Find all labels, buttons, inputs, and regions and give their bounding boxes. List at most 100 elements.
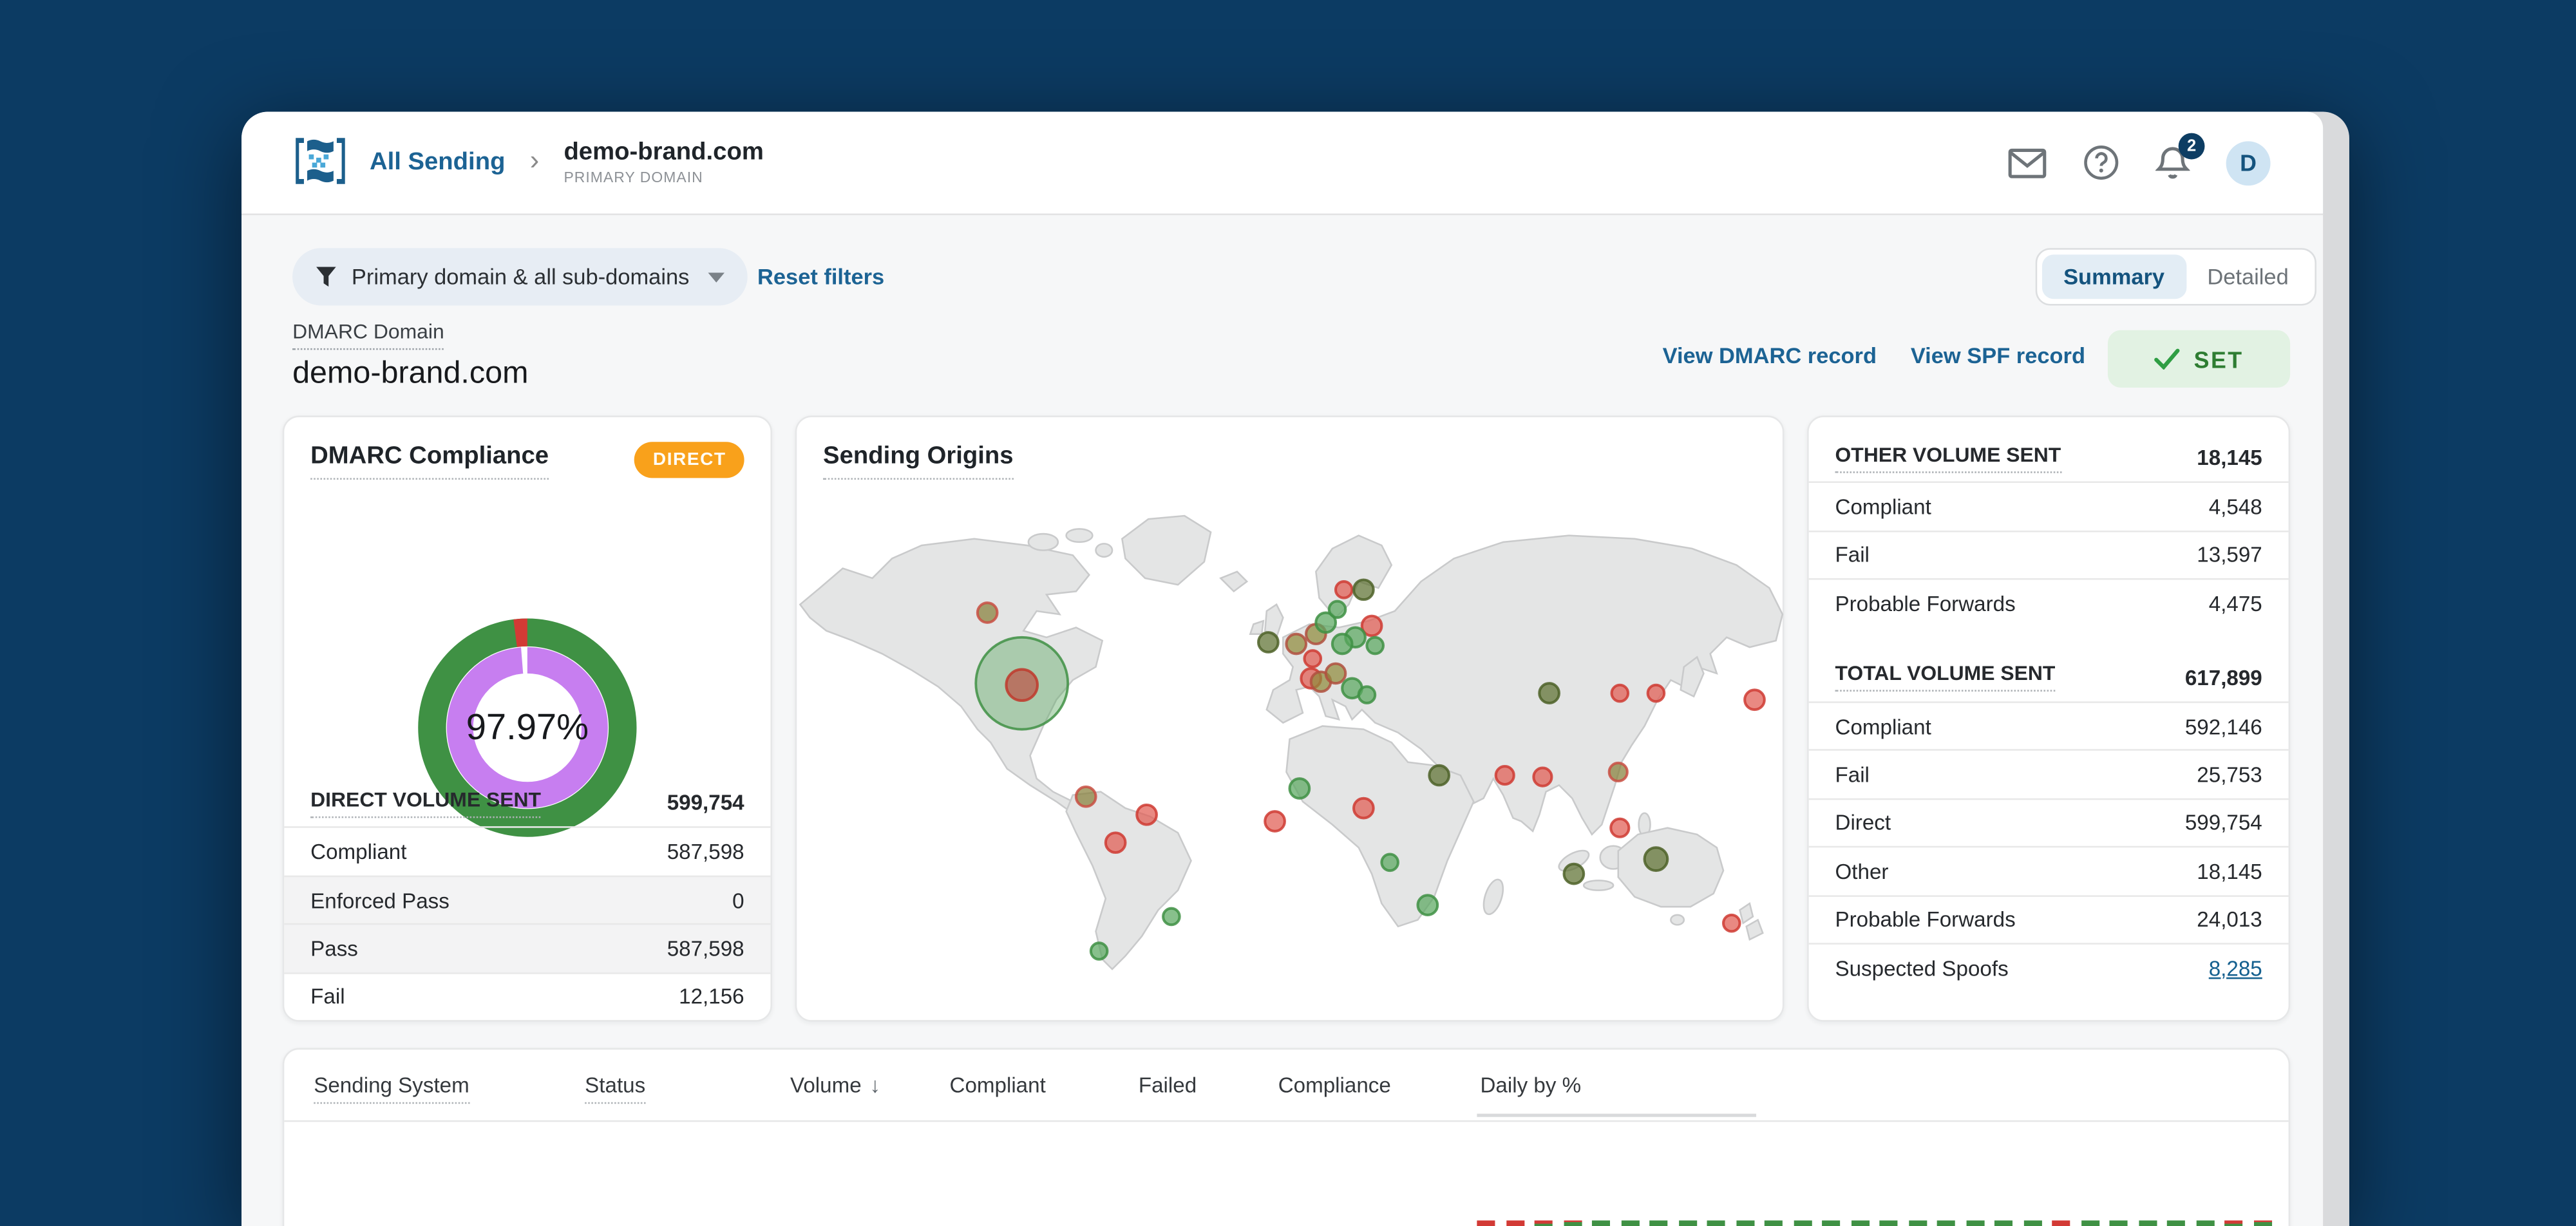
origin-marker[interactable] xyxy=(976,601,999,624)
dmarc-set-button[interactable]: SET xyxy=(2107,330,2291,388)
daily-bar[interactable] xyxy=(1879,1220,1898,1226)
origin-marker[interactable] xyxy=(1334,580,1354,599)
stat-value: 0 xyxy=(732,887,744,913)
origin-marker[interactable] xyxy=(1532,766,1553,787)
daily-bar[interactable] xyxy=(1764,1220,1783,1226)
origin-marker[interactable] xyxy=(1428,764,1451,787)
origin-marker[interactable] xyxy=(1288,777,1311,800)
stat-row: Other 18,145 xyxy=(1808,846,2289,894)
domain-filter-dropdown[interactable]: Primary domain & all sub-domains xyxy=(292,248,747,306)
daily-bar[interactable] xyxy=(2224,1220,2243,1226)
daily-bar[interactable] xyxy=(1707,1220,1725,1226)
origin-marker[interactable] xyxy=(1721,913,1741,933)
origin-marker[interactable] xyxy=(1609,817,1631,838)
daily-bar[interactable] xyxy=(1591,1220,1610,1226)
origin-marker[interactable] xyxy=(1610,683,1630,703)
map-landmasses xyxy=(799,514,1784,970)
user-avatar[interactable]: D xyxy=(2226,140,2271,185)
origin-marker[interactable] xyxy=(1327,599,1347,619)
stat-value: 587,598 xyxy=(667,936,744,961)
origin-marker[interactable] xyxy=(1257,631,1280,654)
daily-bar[interactable] xyxy=(1965,1220,1984,1226)
origin-marker[interactable] xyxy=(1104,831,1127,854)
daily-bar[interactable] xyxy=(2109,1220,2128,1226)
stat-row: Probable Forwards 4,475 xyxy=(1808,578,2289,627)
daily-bar[interactable] xyxy=(1822,1220,1841,1226)
daily-bar[interactable] xyxy=(1937,1220,1955,1226)
daily-bar[interactable] xyxy=(1678,1220,1696,1226)
dmarcian-logo[interactable] xyxy=(292,135,348,187)
column-header-volume[interactable]: Volume ↓ xyxy=(790,1073,880,1097)
column-header-status[interactable]: Status xyxy=(585,1072,646,1104)
tab-detailed[interactable]: Detailed xyxy=(2186,254,2310,299)
daily-bar[interactable] xyxy=(1994,1220,2012,1226)
origin-marker[interactable] xyxy=(1331,632,1354,655)
daily-bar[interactable] xyxy=(1736,1220,1754,1226)
origin-marker[interactable] xyxy=(1562,862,1586,885)
daily-bar[interactable] xyxy=(2138,1220,2157,1226)
daily-bar[interactable] xyxy=(1793,1220,1812,1226)
daily-bar[interactable] xyxy=(1534,1220,1553,1226)
daily-bar[interactable] xyxy=(1506,1220,1524,1226)
stat-label: Direct xyxy=(1835,810,1891,835)
origin-marker[interactable] xyxy=(1162,907,1181,927)
stat-label: Fail xyxy=(310,984,345,1010)
origin-marker[interactable] xyxy=(1285,632,1308,655)
dmarc-domain-label: DMARC Domain xyxy=(292,320,444,350)
origin-marker[interactable] xyxy=(1646,683,1666,703)
notifications-bell-icon[interactable]: 2 xyxy=(2155,133,2205,180)
daily-bar[interactable] xyxy=(1563,1220,1582,1226)
tab-summary[interactable]: Summary xyxy=(2041,254,2186,299)
daily-bar[interactable] xyxy=(1477,1220,1495,1226)
column-header-compliance[interactable]: Compliance xyxy=(1278,1073,1391,1097)
origin-marker[interactable] xyxy=(1380,853,1399,872)
column-header-sending-system[interactable]: Sending System xyxy=(314,1072,469,1104)
stat-row: Fail 13,597 xyxy=(1808,530,2289,578)
stat-value: 599,754 xyxy=(667,790,744,815)
origin-marker[interactable] xyxy=(1324,662,1347,685)
daily-bar[interactable] xyxy=(2023,1220,2041,1226)
world-map[interactable] xyxy=(797,496,1786,1005)
origin-marker[interactable] xyxy=(1352,578,1375,601)
column-header-failed[interactable]: Failed xyxy=(1139,1073,1197,1097)
breadcrumb-all-sending[interactable]: All Sending xyxy=(370,147,505,174)
origin-marker[interactable] xyxy=(1352,797,1375,820)
origin-marker[interactable] xyxy=(1743,688,1766,712)
origin-marker[interactable] xyxy=(1494,765,1515,786)
origin-marker[interactable] xyxy=(1538,682,1560,704)
daily-bar[interactable] xyxy=(2195,1220,2214,1226)
reset-filters-link[interactable]: Reset filters xyxy=(757,248,884,305)
help-icon[interactable] xyxy=(2083,144,2119,180)
view-spf-record-link[interactable]: View SPF record xyxy=(1911,343,2085,368)
origin-marker[interactable] xyxy=(1303,649,1323,668)
origin-marker[interactable] xyxy=(1264,810,1286,833)
origin-marker[interactable] xyxy=(1074,785,1097,808)
filter-funnel-icon xyxy=(316,267,336,287)
origin-marker[interactable] xyxy=(1357,685,1377,704)
daily-bar[interactable] xyxy=(2052,1220,2070,1226)
compliance-card-title: DMARC Compliance xyxy=(310,442,549,480)
daily-bar[interactable] xyxy=(2253,1220,2271,1226)
origin-marker[interactable] xyxy=(1135,803,1158,826)
daily-bar[interactable] xyxy=(2080,1220,2099,1226)
daily-bar[interactable] xyxy=(2166,1220,2185,1226)
stat-value-link[interactable]: 8,285 xyxy=(2209,956,2262,980)
app-surface: All Sending › demo-brand.com PRIMARY DOM… xyxy=(241,111,2324,1226)
daily-bar[interactable] xyxy=(1649,1220,1668,1226)
stat-value: 4,475 xyxy=(2208,591,2262,616)
origin-marker[interactable] xyxy=(1416,894,1439,916)
column-header-daily-by-[interactable]: Daily by % xyxy=(1480,1073,1581,1097)
view-dmarc-record-link[interactable]: View DMARC record xyxy=(1663,343,1877,368)
daily-bar[interactable] xyxy=(1620,1220,1639,1226)
mail-icon[interactable] xyxy=(2007,147,2047,178)
origin-marker[interactable] xyxy=(1089,941,1109,961)
origin-marker[interactable] xyxy=(1607,761,1629,783)
stat-value: 587,598 xyxy=(667,839,744,865)
column-header-compliant[interactable]: Compliant xyxy=(949,1073,1045,1097)
daily-bar[interactable] xyxy=(1850,1220,1869,1226)
origin-marker[interactable] xyxy=(1365,636,1385,655)
origin-marker[interactable] xyxy=(1005,668,1039,703)
origin-marker[interactable] xyxy=(1643,846,1669,872)
sending-systems-table-card: Sending System Status Volume ↓ Compliant Fail… xyxy=(282,1048,2291,1226)
daily-bar[interactable] xyxy=(1908,1220,1927,1226)
